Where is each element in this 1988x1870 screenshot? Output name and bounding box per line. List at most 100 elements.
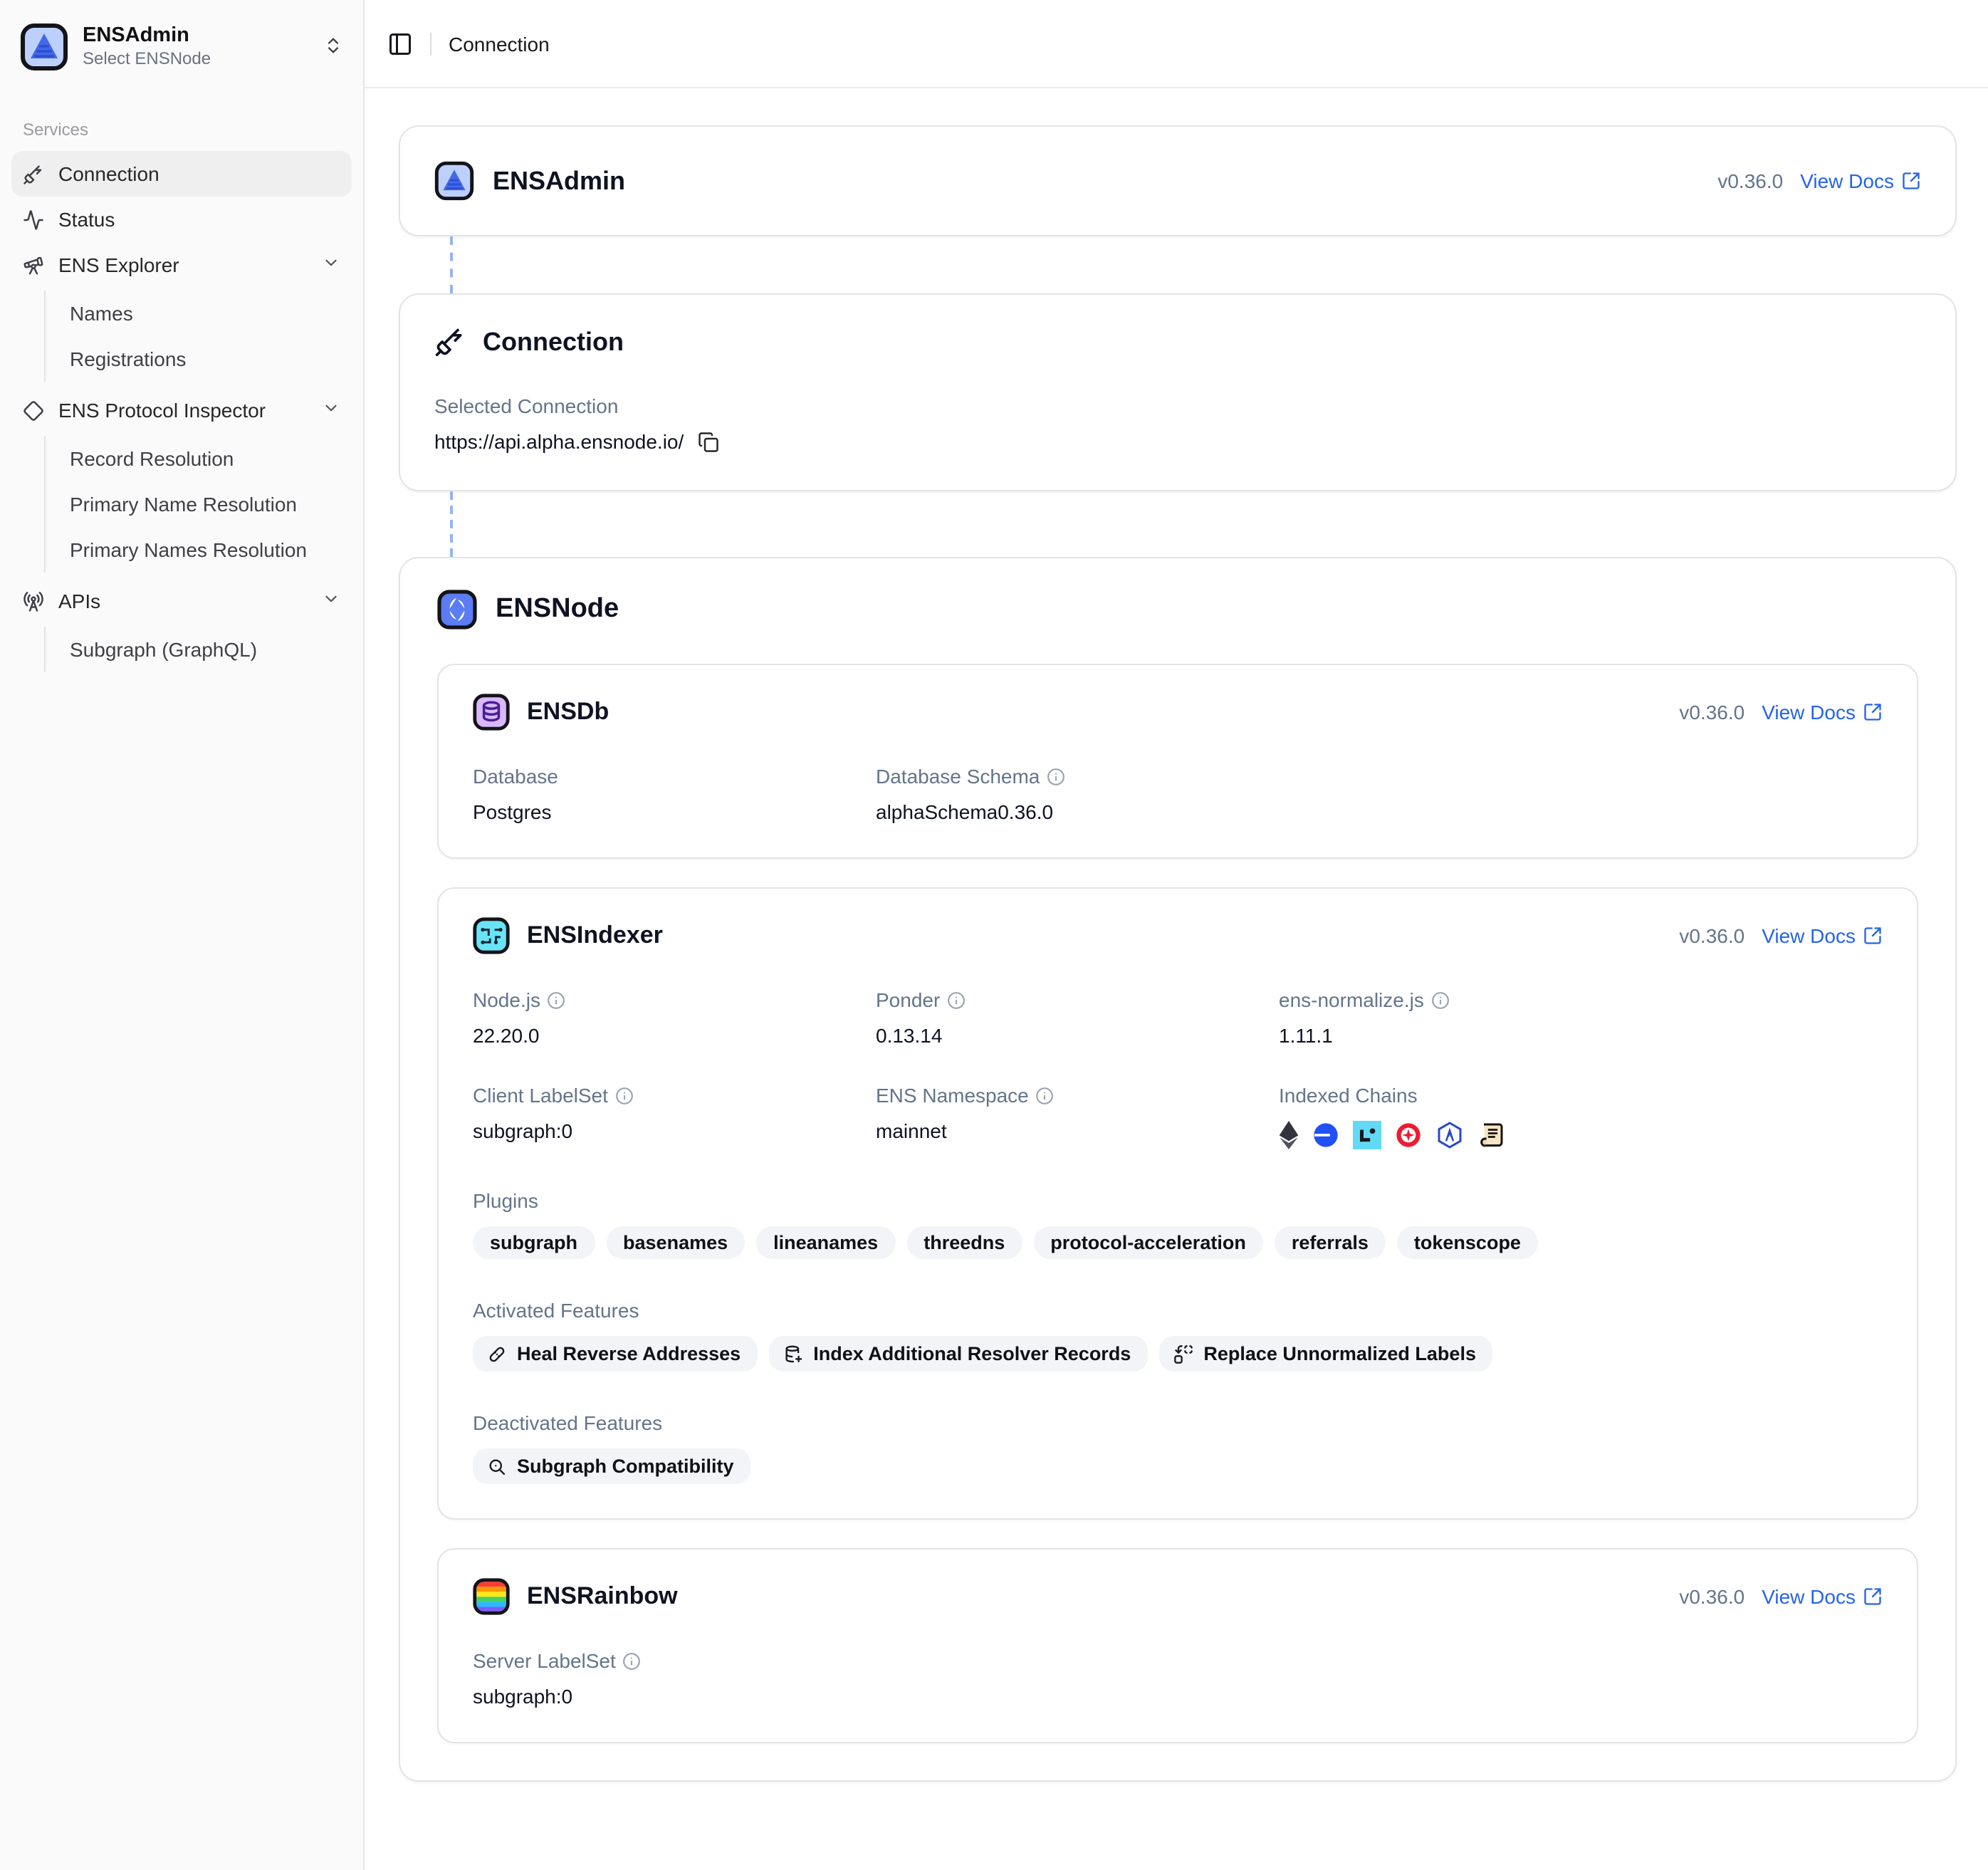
database-plus-icon bbox=[783, 1344, 803, 1364]
ensindexer-version: v0.36.0 bbox=[1679, 924, 1744, 947]
ensnode-title: ENSNode bbox=[496, 594, 619, 625]
info-icon[interactable] bbox=[623, 1651, 642, 1670]
info-icon[interactable] bbox=[615, 1086, 634, 1104]
sidebar-item-ens-explorer[interactable]: ENS Explorer bbox=[11, 242, 352, 288]
feature-badge-subgraph-compatibility: Subgraph Compatibility bbox=[473, 1448, 751, 1484]
sidebar-toggle-icon[interactable] bbox=[387, 31, 413, 56]
sidebar-item-names[interactable]: Names bbox=[46, 291, 352, 336]
field-ponder: Ponder 0.13.14 bbox=[876, 988, 1279, 1047]
topbar: Connection bbox=[365, 0, 1988, 88]
chevron-down-icon bbox=[322, 590, 340, 612]
ensindexer-view-docs-link[interactable]: View Docs bbox=[1762, 924, 1883, 947]
activated-features-label: Activated Features bbox=[473, 1299, 1883, 1322]
ensadmin-version: v0.36.0 bbox=[1717, 169, 1783, 192]
plugin-chip: protocol-acceleration bbox=[1033, 1226, 1263, 1259]
ensindexer-title: ENSIndexer bbox=[527, 921, 663, 950]
ensnode-logo-icon bbox=[437, 590, 477, 630]
ensdb-title: ENSDb bbox=[527, 698, 609, 726]
sidebar-item-primary-name-resolution[interactable]: Primary Name Resolution bbox=[46, 481, 352, 527]
sidebar-item-status[interactable]: Status bbox=[11, 197, 352, 242]
copy-icon[interactable] bbox=[698, 431, 719, 452]
topbar-divider bbox=[430, 32, 431, 55]
ensrainbow-title: ENSRainbow bbox=[527, 1582, 678, 1611]
plugins-list: subgraph basenames lineanames threedns p… bbox=[473, 1226, 1883, 1259]
chevrons-up-down-icon bbox=[323, 35, 343, 59]
plugin-chip: referrals bbox=[1275, 1226, 1386, 1259]
magnifier-icon bbox=[487, 1456, 507, 1476]
info-icon[interactable] bbox=[947, 991, 966, 1009]
plugins-label: Plugins bbox=[473, 1189, 1883, 1212]
main-area: Connection ENSAdmin v0.36.0 View Docs bbox=[365, 0, 1988, 1870]
ensrainbow-view-docs-link[interactable]: View Docs bbox=[1762, 1585, 1883, 1608]
sidebar-item-record-resolution[interactable]: Record Resolution bbox=[46, 436, 352, 481]
feature-badge-heal-reverse-addresses: Heal Reverse Addresses bbox=[473, 1336, 758, 1372]
field-server-labelset: Server LabelSet subgraph:0 bbox=[473, 1649, 876, 1708]
ensadmin-card-title: ENSAdmin bbox=[493, 166, 625, 196]
linea-icon bbox=[1353, 1121, 1381, 1149]
plugin-chip: subgraph bbox=[473, 1226, 595, 1259]
field-database-schema: Database Schema alphaSchema0.36.0 bbox=[876, 765, 1279, 823]
feature-badge-index-additional-resolver-records: Index Additional Resolver Records bbox=[769, 1336, 1148, 1372]
connection-url: https://api.alpha.ensnode.io/ bbox=[434, 430, 684, 453]
info-icon[interactable] bbox=[1431, 991, 1450, 1009]
deactivated-features-label: Deactivated Features bbox=[473, 1411, 1883, 1434]
breadcrumb: Connection bbox=[449, 32, 550, 55]
info-icon[interactable] bbox=[1047, 767, 1065, 785]
sidebar-item-ens-protocol-inspector[interactable]: ENS Protocol Inspector bbox=[11, 387, 352, 433]
sidebar-app-name: ENSAdmin bbox=[83, 23, 309, 48]
sidebar-item-subgraph-graphql[interactable]: Subgraph (GraphQL) bbox=[46, 627, 352, 672]
connector-line bbox=[450, 236, 453, 293]
arbitrum-icon bbox=[1435, 1121, 1464, 1149]
ensdb-card: ENSDb v0.36.0 View Docs Database bbox=[437, 664, 1918, 859]
ensdb-version: v0.36.0 bbox=[1679, 701, 1744, 724]
ensnode-selector[interactable]: ENSAdmin Select ENSNode bbox=[11, 17, 352, 77]
page-content: ENSAdmin v0.36.0 View Docs Conne bbox=[365, 88, 1988, 1810]
plugin-chip: basenames bbox=[606, 1226, 745, 1259]
external-link-icon bbox=[1863, 1587, 1883, 1607]
indexed-chains-list bbox=[1279, 1121, 1883, 1149]
plugin-chip: threedns bbox=[906, 1226, 1022, 1259]
ethereum-icon bbox=[1279, 1121, 1299, 1149]
ensindexer-logo-icon bbox=[473, 917, 510, 954]
plug-zap-icon bbox=[434, 326, 466, 357]
bandage-icon bbox=[487, 1344, 507, 1364]
external-link-icon bbox=[1863, 926, 1883, 946]
connector-line bbox=[450, 491, 453, 557]
radio-tower-icon bbox=[23, 590, 44, 612]
sidebar-item-apis[interactable]: APIs bbox=[11, 578, 352, 624]
field-client-labelset: Client LabelSet subgraph:0 bbox=[473, 1084, 876, 1149]
sidebar-app-subtitle: Select ENSNode bbox=[83, 48, 309, 70]
sidebar-item-label: Status bbox=[58, 208, 340, 231]
scroll-icon bbox=[1477, 1121, 1505, 1149]
info-icon[interactable] bbox=[1036, 1086, 1055, 1104]
ensadmin-view-docs-link[interactable]: View Docs bbox=[1800, 169, 1921, 192]
field-ens-normalize: ens-normalize.js 1.11.1 bbox=[1279, 988, 1883, 1047]
sidebar-item-registrations[interactable]: Registrations bbox=[46, 336, 352, 382]
ensadmin-logo-icon bbox=[20, 23, 68, 71]
ensrainbow-version: v0.36.0 bbox=[1679, 1585, 1744, 1608]
deactivated-features-list: Subgraph Compatibility bbox=[473, 1448, 1883, 1484]
chevron-down-icon bbox=[322, 399, 340, 422]
plugin-chip: lineanames bbox=[756, 1226, 895, 1259]
ensadmin-logo-icon bbox=[434, 161, 474, 201]
ensdb-logo-icon bbox=[473, 694, 510, 731]
ensdb-view-docs-link[interactable]: View Docs bbox=[1762, 701, 1883, 724]
diamond-icon bbox=[23, 399, 44, 421]
plugin-chip: tokenscope bbox=[1397, 1226, 1538, 1259]
ensindexer-card: ENSIndexer v0.36.0 View Docs bbox=[437, 887, 1918, 1520]
sidebar-item-label: Connection bbox=[58, 162, 340, 185]
info-icon[interactable] bbox=[548, 991, 566, 1009]
sidebar-section-label: Services bbox=[11, 117, 352, 142]
telescope-icon bbox=[23, 254, 44, 276]
field-ens-namespace: ENS Namespace mainnet bbox=[876, 1084, 1279, 1149]
ensrainbow-logo-icon bbox=[473, 1578, 510, 1615]
feature-badge-replace-unnormalized-labels: Replace Unnormalized Labels bbox=[1159, 1336, 1493, 1372]
connection-card: Connection Selected Connection https://a… bbox=[399, 293, 1957, 491]
selected-connection-label: Selected Connection bbox=[434, 395, 1921, 417]
connection-card-title: Connection bbox=[483, 327, 624, 357]
sidebar-item-primary-names-resolution[interactable]: Primary Names Resolution bbox=[46, 527, 352, 573]
field-indexed-chains: Indexed Chains bbox=[1279, 1084, 1883, 1149]
sidebar-item-connection[interactable]: Connection bbox=[11, 151, 352, 197]
field-database: Database Postgres bbox=[473, 765, 876, 823]
chevron-down-icon bbox=[322, 254, 340, 276]
